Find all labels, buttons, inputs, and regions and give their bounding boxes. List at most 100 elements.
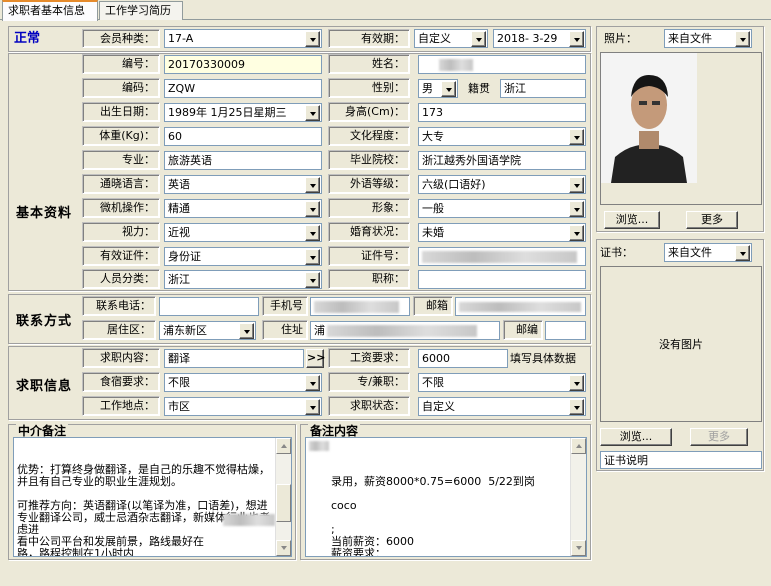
redacted-email	[459, 302, 581, 312]
job-content-more-button[interactable]: >>	[306, 349, 325, 368]
chevron-down-icon[interactable]	[305, 177, 320, 193]
chevron-down-icon[interactable]	[239, 323, 254, 339]
state-label: 求职状态：	[328, 396, 410, 416]
section-contact-title: 联系方式	[16, 314, 73, 329]
image-select[interactable]: 一般	[418, 199, 586, 218]
chevron-down-icon[interactable]	[569, 225, 584, 241]
member-type-select[interactable]: 17-A	[164, 29, 322, 48]
chevron-down-icon[interactable]	[305, 105, 320, 121]
number-field[interactable]: 20170330009	[164, 55, 322, 74]
title-field[interactable]	[418, 270, 586, 289]
weight-field[interactable]: 60	[164, 127, 322, 146]
computer-select[interactable]: 精通	[164, 199, 322, 218]
job-content-field[interactable]: 翻译	[164, 349, 304, 368]
idtype-label: 有效证件：	[82, 246, 160, 266]
agent-note-scrollbar[interactable]	[275, 438, 291, 556]
chevron-down-icon[interactable]	[569, 129, 584, 145]
chevron-down-icon[interactable]	[735, 31, 750, 47]
height-field[interactable]: 173	[418, 103, 586, 122]
chevron-down-icon[interactable]	[305, 375, 320, 391]
chevron-down-icon[interactable]	[735, 245, 750, 261]
chevron-down-icon[interactable]	[305, 31, 320, 47]
birth-date-picker[interactable]: 1989年 1月25日星期三	[164, 103, 322, 122]
salary-field[interactable]: 6000	[418, 349, 508, 368]
cert-more-button[interactable]: 更多	[690, 428, 748, 446]
note-content-memo[interactable]: 录用，薪资8000*0.75=6000 5/22到岗 coco ; 当前薪资：6…	[305, 437, 587, 557]
place-select[interactable]: 市区	[164, 397, 322, 416]
board-select[interactable]: 不限	[164, 373, 322, 392]
phone-field[interactable]	[159, 297, 259, 316]
vision-label: 视力：	[82, 222, 160, 242]
marriage-label: 婚育状况：	[328, 222, 410, 242]
zip-field[interactable]	[545, 321, 586, 340]
chevron-down-icon[interactable]	[305, 249, 320, 265]
address-field[interactable]: 浦	[310, 321, 500, 340]
idtype-select[interactable]: 身份证	[164, 247, 322, 266]
code-label: 编码：	[82, 78, 160, 98]
parttime-select[interactable]: 不限	[418, 373, 586, 392]
scroll-up-icon[interactable]	[276, 438, 291, 454]
cert-browse-button[interactable]: 浏览...	[600, 428, 672, 446]
chevron-down-icon[interactable]	[441, 81, 456, 97]
note-content-scrollbar[interactable]	[570, 438, 586, 556]
chevron-down-icon[interactable]	[569, 31, 584, 47]
email-field[interactable]	[455, 297, 586, 316]
education-label: 文化程度：	[328, 126, 410, 146]
chevron-down-icon[interactable]	[569, 399, 584, 415]
idno-field[interactable]	[418, 247, 586, 266]
chevron-down-icon[interactable]	[569, 375, 584, 391]
photo-frame[interactable]	[600, 52, 762, 205]
mobile-field[interactable]	[310, 297, 410, 316]
photo-source-select[interactable]: 来自文件	[664, 29, 752, 48]
agent-note-memo[interactable]: 优势：打算终身做翻译，是自己的乐趣不觉得枯燥，并且有自己专业的职业生涯规划。 可…	[13, 437, 292, 557]
height-label: 身高(Cm)：	[328, 102, 410, 122]
validity-mode-select[interactable]: 自定义	[414, 29, 488, 48]
origin-field[interactable]: 浙江	[500, 79, 586, 98]
gender-label: 性别：	[328, 78, 410, 98]
foreign-level-select[interactable]: 六级(口语好)	[418, 175, 586, 194]
category-select[interactable]: 浙江	[164, 270, 322, 289]
scroll-up-icon[interactable]	[571, 438, 586, 454]
school-field[interactable]: 浙江越秀外国语学院	[418, 151, 586, 170]
note-content-text: 录用，薪资8000*0.75=6000 5/22到岗 coco ; 当前薪资：6…	[331, 475, 535, 557]
code-field[interactable]: ZQW	[164, 79, 322, 98]
district-label: 居住区：	[82, 320, 156, 340]
redacted-route	[223, 514, 275, 526]
vision-select[interactable]: 近视	[164, 223, 322, 242]
chevron-down-icon[interactable]	[305, 201, 320, 217]
member-type-label: 会员种类：	[82, 29, 160, 48]
cert-image-frame[interactable]: 没有图片	[600, 266, 762, 422]
zip-label: 邮编	[503, 320, 543, 340]
language-select[interactable]: 英语	[164, 175, 322, 194]
major-field[interactable]: 旅游英语	[164, 151, 322, 170]
mobile-label: 手机号	[262, 296, 308, 316]
chevron-down-icon[interactable]	[305, 225, 320, 241]
education-select[interactable]: 大专	[418, 127, 586, 146]
tab-work-history[interactable]: 工作学习简历	[99, 1, 183, 20]
salary-label: 工资要求：	[328, 348, 410, 368]
scroll-thumb[interactable]	[276, 484, 291, 522]
state-select[interactable]: 自定义	[418, 397, 586, 416]
chevron-down-icon[interactable]	[305, 272, 320, 288]
photo-more-button[interactable]: 更多	[686, 211, 738, 229]
chevron-down-icon[interactable]	[569, 201, 584, 217]
cert-source-select[interactable]: 来自文件	[664, 243, 752, 262]
chevron-down-icon[interactable]	[471, 31, 486, 47]
gender-select[interactable]: 男	[418, 79, 458, 98]
redacted-mobile	[314, 301, 399, 313]
tab-basic-info[interactable]: 求职者基本信息	[2, 0, 98, 21]
scroll-down-icon[interactable]	[571, 540, 586, 556]
marriage-select[interactable]: 未婚	[418, 223, 586, 242]
validity-date-picker[interactable]: 2018- 3-29	[493, 29, 586, 48]
district-select[interactable]: 浦东新区	[159, 321, 256, 340]
email-label: 邮箱	[413, 296, 453, 316]
salary-hint: 填写具体数据	[510, 352, 576, 365]
scroll-down-icon[interactable]	[276, 540, 291, 556]
cert-desc-field[interactable]: 证书说明	[600, 451, 762, 469]
chevron-down-icon[interactable]	[305, 399, 320, 415]
redacted-idno	[422, 251, 577, 263]
photo-browse-button[interactable]: 浏览...	[604, 211, 660, 229]
chevron-down-icon[interactable]	[569, 177, 584, 193]
name-field[interactable]	[418, 55, 586, 74]
status-text: 正常	[14, 31, 41, 46]
